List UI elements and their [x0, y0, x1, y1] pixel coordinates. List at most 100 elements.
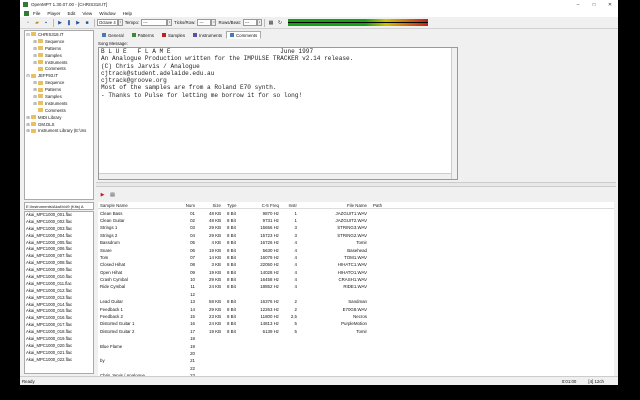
metronome-icon[interactable]: ▦ — [267, 19, 275, 27]
sample-row[interactable]: Tom 07 14 KB 8 Bit 16079 Hz 4 TOM1.WAV — [98, 254, 614, 261]
sample-play-icon[interactable]: ▶ — [98, 191, 107, 199]
tree-expander-icon[interactable]: ⊞ — [26, 122, 30, 127]
file-list-item[interactable]: Akai_MPC1000_011.flac — [25, 281, 93, 288]
sample-row[interactable]: by 21 — [98, 357, 614, 364]
sample-row[interactable]: Crash Cymbal 10 29 KB 8 Bit 16458 Hz 4 CRASH1.… — [98, 276, 614, 283]
tempo-field[interactable]: --- — [141, 19, 168, 26]
loop-icon[interactable]: ↻ — [276, 19, 284, 27]
file-list-item[interactable]: Akai_MPC1000_012.flac — [25, 288, 93, 295]
sample-row[interactable]: 12 — [98, 291, 614, 298]
file-list-item[interactable]: Akai_MPC1000_001.flac — [25, 212, 93, 219]
file-list-item[interactable]: Akai_MPC1000_003.flac — [25, 226, 93, 233]
col-freq[interactable]: C-5 Freq — [244, 203, 282, 208]
file-list-item[interactable]: Akai_MPC1000_004.flac — [25, 233, 93, 240]
play-pattern-icon[interactable]: ▶ — [74, 19, 82, 27]
menu-edit[interactable]: Edit — [67, 11, 75, 16]
col-instr[interactable]: Instr — [282, 203, 300, 208]
sample-row[interactable]: Distorted Guitar 2 17 19 KB 8 Bit 6139 Hz 5 To… — [98, 328, 614, 335]
tree-item[interactable]: ⊞ Sequence — [25, 79, 93, 86]
menu-help[interactable]: Help — [123, 11, 132, 16]
pane-splitter[interactable] — [96, 182, 616, 187]
open-file-icon[interactable]: ▰ — [33, 19, 41, 27]
col-file-name[interactable]: File Name — [300, 203, 370, 208]
sample-grid-icon[interactable]: ▤ — [108, 191, 117, 199]
tree-item[interactable]: ⊞ Samples — [25, 93, 93, 100]
tree-item[interactable]: ⊞ Instruments — [25, 100, 93, 107]
song-message-hscroll[interactable] — [99, 173, 451, 179]
stop-icon[interactable]: ■ — [83, 19, 91, 27]
tree-item[interactable]: ⊞ Samples — [25, 52, 93, 59]
sample-row[interactable]: Strings 1 03 29 KB 8 Bit 15656 Hz 3 STRING3.WA… — [98, 224, 614, 231]
tree-expander-icon[interactable]: ⊞ — [26, 128, 30, 133]
file-list-item[interactable]: Akai_MPC1000_008.flac — [25, 260, 93, 267]
maximize-button[interactable]: □ — [586, 2, 602, 8]
sample-row[interactable]: 22 — [98, 365, 614, 372]
play-icon[interactable]: ▶ — [56, 19, 64, 27]
sample-row[interactable]: Feedback 1 14 29 KB 8 Bit 12263 Hz 2 E70G8.WAV — [98, 305, 614, 312]
sample-row[interactable]: Feedback 2 15 23 KB 8 Bit 11800 Hz 2,5 Necros — [98, 313, 614, 320]
tempo-spin[interactable]: ↕ — [167, 19, 173, 26]
sample-row[interactable]: Distorted Guitar 1 16 24 KB 8 Bit 14813 Hz 5 P… — [98, 320, 614, 327]
file-list-item[interactable]: Akai_MPC1000_006.flac — [25, 246, 93, 253]
file-list-item[interactable]: Akai_MPC1000_021.flac — [25, 350, 93, 357]
song-message-vscroll[interactable] — [451, 48, 457, 179]
file-list-item[interactable]: Akai_MPC1000_009.flac — [25, 267, 93, 274]
octave-select[interactable]: Octave 4 — [97, 19, 118, 26]
file-list-item[interactable]: Akai_MPC1000_014.flac — [25, 302, 93, 309]
sample-row[interactable]: Closed Hihat 08 3 KB 8 Bit 22050 Hz 4 HIHATC1.… — [98, 261, 614, 268]
tree-expander-icon[interactable]: ⊞ — [33, 60, 37, 65]
save-icon[interactable]: ▪ — [42, 19, 50, 27]
sample-row[interactable]: Snare 06 19 KB 8 Bit 5630 Hz 4 Basehead — [98, 246, 614, 253]
sample-row[interactable]: Bassdrum 05 4 KB 8 Bit 16726 Hz 4 Tomir — [98, 239, 614, 246]
file-list-item[interactable]: Akai_MPC1000_016.flac — [25, 315, 93, 322]
tree-expander-icon[interactable]: ⊞ — [33, 101, 37, 106]
tree-item[interactable]: Comments — [25, 107, 93, 114]
col-path[interactable]: Path — [370, 203, 430, 208]
pause-icon[interactable]: ❚ — [65, 19, 73, 27]
sample-row[interactable]: 20 — [98, 350, 614, 357]
close-button[interactable]: ✕ — [602, 2, 618, 8]
sample-row[interactable]: Open Hihat 09 19 KB 8 Bit 14028 Hz 4 HIHATO1.W… — [98, 269, 614, 276]
menu-file[interactable]: File — [33, 11, 40, 16]
song-message-editor[interactable]: B L U E F L A M E June 1997 An Analogue P… — [98, 47, 458, 180]
tree-item[interactable]: Comments — [25, 65, 93, 72]
sample-row[interactable]: Clean Bass 01 48 KB 8 Bit 9870 Hz 1 JAZGUIT1.W… — [98, 209, 614, 216]
ticks-field[interactable]: --- — [197, 19, 212, 26]
ticks-spin[interactable]: ↕ — [211, 19, 217, 26]
tree-item[interactable]: ⊟ JEFF93.IT — [25, 72, 93, 79]
file-list-item[interactable]: Akai_MPC1000_015.flac — [25, 308, 93, 315]
file-list-item[interactable]: Akai_MPC1000_005.flac — [25, 240, 93, 247]
octave-spin[interactable]: ↕ — [117, 19, 123, 26]
file-list-item[interactable]: Akai_MPC1000_017.flac — [25, 322, 93, 329]
sample-row[interactable]: Lead Guitar 13 58 KB 8 Bit 16376 Hz 2 Sandman — [98, 298, 614, 305]
file-list-item[interactable]: Akai_MPC1000_002.flac — [25, 219, 93, 226]
tab-patterns[interactable]: Patterns — [128, 31, 158, 39]
menu-player[interactable]: Player — [47, 11, 60, 16]
file-list-item[interactable]: Akai_MPC1000_022.flac — [25, 357, 93, 364]
sample-row[interactable]: Blue Flame 19 — [98, 342, 614, 349]
instrument-path-field[interactable]: E:\Instruments\Akai\Vol9 (Kits) A — [24, 202, 94, 210]
tree-item[interactable]: ⊟ CHRIS318.IT — [25, 31, 93, 38]
file-list-item[interactable]: Akai_MPC1000_010.flac — [25, 274, 93, 281]
tree-item[interactable]: ⊞ Sequence — [25, 38, 93, 45]
menu-view[interactable]: View — [82, 11, 92, 16]
sample-row[interactable]: Clean Guitar 02 48 KB 8 Bit 9731 Hz 1 JAZGUIT2… — [98, 217, 614, 224]
col-size[interactable]: Size — [198, 203, 224, 208]
tree-expander-icon[interactable]: ⊞ — [33, 46, 37, 51]
file-list-item[interactable]: Akai_MPC1000_007.flac — [25, 253, 93, 260]
tree-item[interactable]: ⊞ Patterns — [25, 86, 93, 93]
file-list-item[interactable]: Akai_MPC1000_013.flac — [25, 295, 93, 302]
tree-expander-icon[interactable]: ⊞ — [33, 53, 37, 58]
col-num[interactable]: Num — [176, 203, 198, 208]
col-type[interactable]: Type — [224, 203, 244, 208]
tree-expander-icon[interactable]: ⊞ — [33, 87, 37, 92]
tab-samples[interactable]: Samples — [158, 31, 189, 39]
tree-expander-icon[interactable]: ⊟ — [26, 32, 30, 37]
tab-general[interactable]: General — [98, 31, 128, 39]
sample-row[interactable]: Ride Cymbal 11 24 KB 8 Bit 18852 Hz 4 RIDE1.WA… — [98, 283, 614, 290]
tree-item[interactable]: ⊞ Instrument Library (E:\Ins — [25, 127, 93, 134]
tree-item[interactable]: ⊞ GM.DLS — [25, 121, 93, 128]
col-sample-name[interactable]: Sample Name — [98, 203, 176, 208]
tree-item[interactable]: ⊞ Patterns — [25, 45, 93, 52]
sample-row[interactable]: 18 — [98, 335, 614, 342]
